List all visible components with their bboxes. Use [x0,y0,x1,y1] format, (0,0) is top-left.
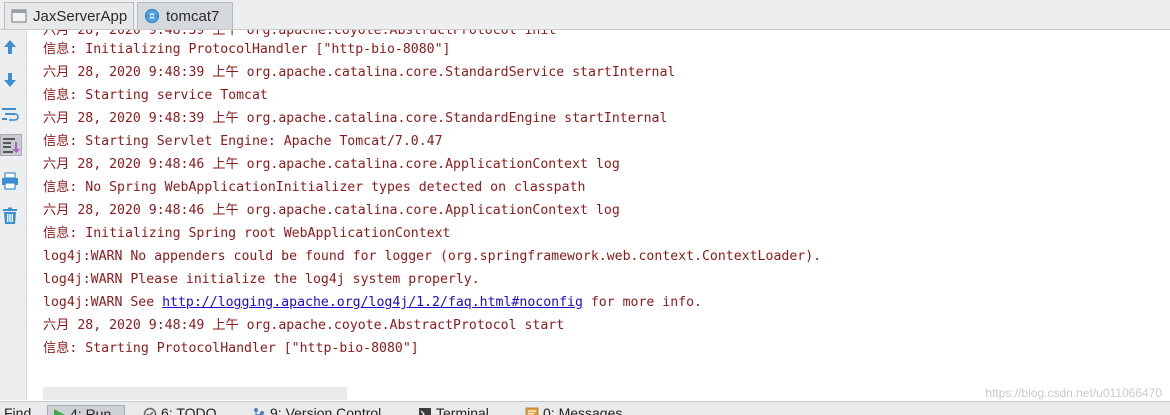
vcs-label: 9: Version Control [270,405,382,415]
tomcat-server-icon [145,9,159,23]
log-line: 六月 28, 2020 9:48:39 上午 org.apache.catali… [43,65,676,80]
soft-wrap-button[interactable] [0,103,20,125]
log-line: 六月 28, 2020 9:48:46 上午 org.apache.catali… [43,157,620,172]
log-line: 信息: Starting ProtocolHandler ["http-bio-… [43,341,419,356]
log-line: 六月 28, 2020 9:48:49 上午 org.apache.coyote… [43,318,565,333]
console-toolbar [0,30,27,400]
log-text: log4j:WARN See [43,295,163,310]
log-line: 六月 28, 2020 9:48:39 上午 org.apache.catali… [43,111,668,126]
tab-label: JaxServerApp [33,7,128,25]
print-button[interactable] [0,170,20,192]
print-icon [2,172,18,190]
log-line: 六月 28, 2020 9:48:46 上午 org.apache.catali… [43,203,620,218]
vcs-icon [254,408,264,415]
up-button[interactable] [0,36,20,58]
arrow-down-icon [4,73,16,87]
todo-icon [143,407,157,415]
window-icon [11,9,27,23]
tab-jaxserverapp[interactable]: JaxServerApp [4,2,134,29]
tab-tomcat7[interactable]: tomcat7 [137,2,233,29]
log-line: 信息: Initializing ProtocolHandler ["http-… [43,42,451,57]
log-line-with-link: log4j:WARN See http://logging.apache.org… [43,291,702,314]
trash-icon [3,207,17,224]
run-icon [54,409,65,415]
arrow-up-icon [4,40,16,54]
run-tabs-bar: JaxServerApp tomcat7 [0,0,1170,30]
log-line: log4j:WARN No appenders could be found f… [43,249,822,264]
down-button[interactable] [0,69,20,91]
horizontal-scrollbar[interactable] [43,387,347,400]
scroll-to-end-icon [3,138,20,153]
console-output[interactable]: 六月 28, 2020 9:48:39 上午 org.apache.coyote… [27,30,1170,385]
scroll-to-end-button[interactable] [0,134,22,156]
terminal-tool-button[interactable]: Terminal [418,405,489,415]
ide-window: JaxServerApp tomcat7 六月 28, 2020 9:48:39… [0,0,1170,415]
watermark: https://blog.csdn.net/u011066470 [985,386,1162,400]
find-tool-button[interactable]: Find [4,405,31,415]
tab-label: tomcat7 [166,7,220,25]
tool-windows-bar: Find 4: Run 6: TODO 9: Version Control T… [0,401,1170,415]
messages-icon [525,407,539,415]
run-label: 4: Run [70,406,112,415]
terminal-icon [419,408,431,415]
version-control-tool-button[interactable]: 9: Version Control [252,405,381,415]
messages-label: 0: Messages [543,405,623,415]
soft-wrap-icon [2,108,19,122]
todo-tool-button[interactable]: 6: TODO [143,405,217,415]
todo-label: 6: TODO [161,405,217,415]
log-line: 信息: Initializing Spring root WebApplicat… [43,226,451,241]
log-line: log4j:WARN Please initialize the log4j s… [43,272,480,287]
log-line: 信息: No Spring WebApplicationInitializer … [43,180,586,195]
log4j-faq-link[interactable]: http://logging.apache.org/log4j/1.2/faq.… [162,295,583,310]
messages-tool-button[interactable]: 0: Messages [525,405,622,415]
log-text: for more info. [582,295,702,310]
terminal-label: Terminal [436,405,489,415]
log-line: 信息: Starting Servlet Engine: Apache Tomc… [43,134,443,149]
clear-button[interactable] [0,205,20,227]
find-label: Find [4,405,32,415]
run-tool-button[interactable]: 4: Run [47,405,125,415]
log-line: 信息: Starting service Tomcat [43,88,268,103]
